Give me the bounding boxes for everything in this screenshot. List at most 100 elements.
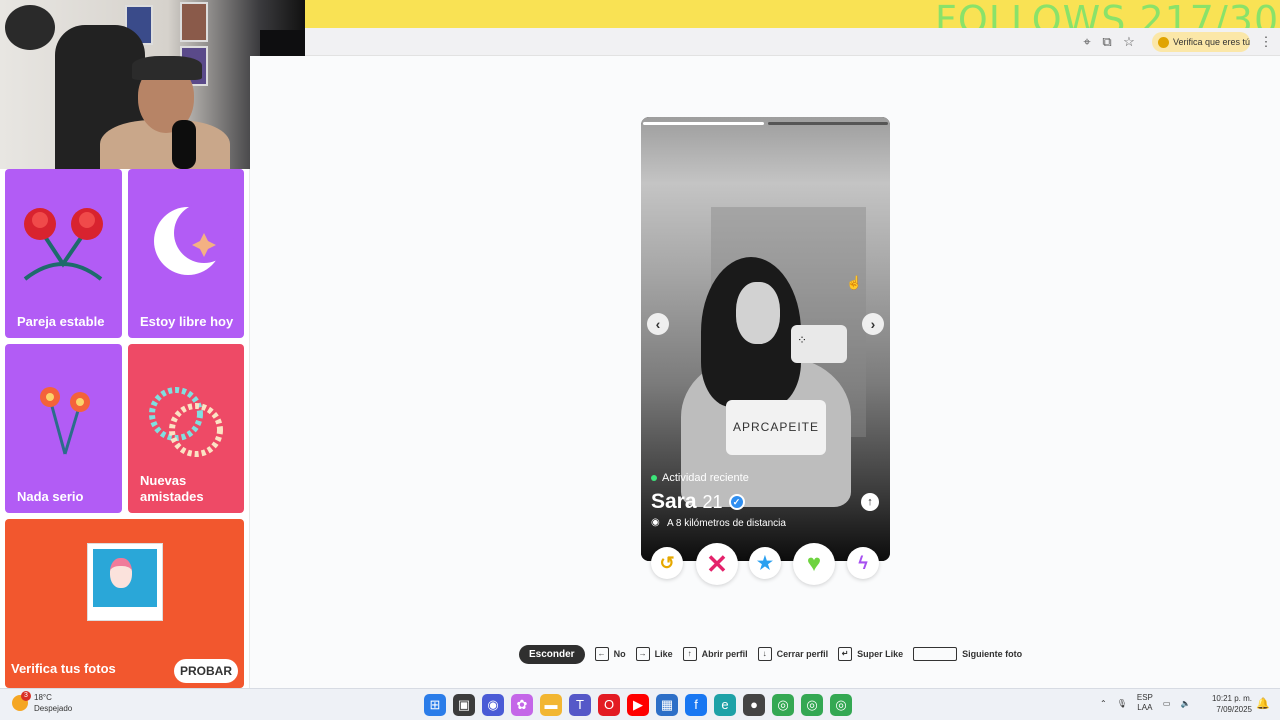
hide-hints-button[interactable]: Esconder bbox=[519, 644, 585, 664]
screen: FOLLOWS 217/300 ⌖ ⧉ ☆ Verifica que eres … bbox=[0, 0, 1280, 720]
taskbar-apps: ⊞ ▣ ◉ ✿ ▬ T O ▶ ▦ f e ● ◎ ◎ ◎ bbox=[424, 694, 852, 716]
location-icon[interactable]: ⌖ bbox=[1079, 34, 1095, 50]
file-explorer-icon[interactable]: ▬ bbox=[540, 694, 562, 716]
hint-label: Siguiente foto bbox=[962, 649, 1023, 659]
category-label: Pareja estable bbox=[17, 314, 105, 329]
system-tray: ⌃ 🎙 ESP LAA ▭ 🔈 bbox=[1100, 693, 1190, 713]
hint-next-photo: Siguiente foto bbox=[913, 647, 1022, 661]
photo-person-face bbox=[736, 282, 780, 344]
rewind-icon: ↺ bbox=[659, 553, 675, 573]
microphone-icon[interactable]: 🎙 bbox=[1117, 699, 1127, 708]
category-tile-pareja-estable[interactable]: Pareja estable bbox=[5, 169, 122, 338]
probar-button[interactable]: PROBAR bbox=[174, 659, 238, 683]
webcam-microphone bbox=[172, 120, 196, 169]
language-indicator[interactable]: ESP LAA bbox=[1137, 693, 1153, 713]
like-button[interactable]: ♥ bbox=[793, 543, 835, 585]
online-dot-icon bbox=[651, 475, 657, 481]
explore-panel: Pareja estable Estoy libre hoy Nada seri… bbox=[0, 169, 250, 688]
verify-identity-pill[interactable]: Verifica que eres tú bbox=[1152, 32, 1250, 52]
weather-sun-icon: 3 bbox=[12, 691, 31, 711]
category-tile-estoy-libre-hoy[interactable]: Estoy libre hoy bbox=[128, 169, 244, 338]
keyboard-hints: Esconder ← No → Like ↑ Abrir perfil ↓ Ce… bbox=[519, 644, 1022, 664]
category-label: Estoy libre hoy bbox=[140, 314, 234, 329]
copilot-icon[interactable]: ✿ bbox=[511, 694, 533, 716]
menu-icon[interactable]: ⋮ bbox=[1258, 34, 1274, 50]
edge-icon[interactable]: e bbox=[714, 694, 736, 716]
hint-label: Abrir perfil bbox=[701, 649, 748, 659]
previous-photo-button[interactable]: ‹ bbox=[647, 313, 669, 335]
verified-badge-icon: ✓ bbox=[728, 494, 745, 510]
right-arrow-key-icon: → bbox=[635, 647, 650, 661]
chrome-active-icon[interactable]: ◎ bbox=[830, 694, 852, 716]
language-bottom: LAA bbox=[1137, 703, 1153, 712]
webcam-person-cap bbox=[132, 56, 202, 80]
verify-badge-icon bbox=[1158, 36, 1169, 48]
down-arrow-key-icon: ↓ bbox=[757, 647, 772, 661]
selfie-polaroid-icon bbox=[87, 543, 163, 621]
chrome-profile-icon[interactable]: ◎ bbox=[801, 694, 823, 716]
nope-icon: ✕ bbox=[706, 549, 728, 579]
verify-photos-card[interactable]: Verifica tus fotos PROBAR bbox=[5, 519, 244, 688]
moon-icon bbox=[154, 203, 234, 275]
language-top: ESP bbox=[1136, 693, 1153, 702]
location-pin-icon: ◉ bbox=[651, 517, 660, 528]
sparklers-icon bbox=[40, 387, 90, 455]
weather-badge: 3 bbox=[21, 691, 31, 701]
weather-temperature: 18°C bbox=[34, 693, 52, 702]
bracelets-icon bbox=[149, 387, 223, 457]
windows-start-icon[interactable]: ⊞ bbox=[424, 694, 446, 716]
left-arrow-key-icon: ← bbox=[594, 647, 609, 661]
photo-progress-segment[interactable] bbox=[767, 122, 888, 125]
category-tile-nada-serio[interactable]: Nada serio bbox=[5, 344, 122, 513]
hint-label: Super Like bbox=[857, 649, 904, 659]
rewind-button[interactable]: ↺ bbox=[651, 547, 683, 579]
webcam-lamp bbox=[5, 5, 55, 50]
weather-condition: Despejado bbox=[34, 704, 73, 713]
hint-no: ← No bbox=[594, 647, 626, 661]
task-view-icon[interactable]: ▣ bbox=[453, 694, 475, 716]
profile-name-row: Sara 21 ✓ bbox=[651, 490, 745, 514]
facebook-icon[interactable]: f bbox=[685, 694, 707, 716]
app-icon[interactable]: ● bbox=[743, 694, 765, 716]
roses-icon bbox=[23, 208, 103, 281]
chat-icon[interactable]: ◉ bbox=[482, 694, 504, 716]
hint-open-profile: ↑ Abrir perfil bbox=[682, 647, 748, 661]
weather-widget[interactable]: 3 18°C Despejado bbox=[12, 691, 73, 714]
store-icon[interactable]: ▦ bbox=[656, 694, 678, 716]
clock-time: 10:21 p. m. bbox=[1211, 694, 1252, 703]
boost-button[interactable]: ϟ bbox=[847, 547, 879, 579]
clock-date: 7/09/2025 bbox=[1216, 705, 1252, 714]
taskbar: 3 18°C Despejado ⊞ ▣ ◉ ✿ ▬ T O ▶ ▦ f e ●… bbox=[0, 688, 1280, 720]
star-icon[interactable]: ☆ bbox=[1121, 34, 1137, 50]
teams-icon[interactable]: T bbox=[569, 694, 591, 716]
nope-button[interactable]: ✕ bbox=[696, 543, 738, 585]
phone-camera-icon: ⁘ bbox=[797, 333, 808, 347]
open-profile-button[interactable]: ↑ bbox=[861, 493, 879, 511]
super-like-button[interactable]: ★ bbox=[749, 547, 781, 579]
webcam-poster bbox=[180, 2, 208, 42]
up-arrow-key-icon: ↑ bbox=[682, 647, 697, 661]
profile-card[interactable]: APRCAPEITE ⁘ ‹ › Actividad reciente Sara… bbox=[641, 117, 890, 561]
network-icon[interactable]: ▭ bbox=[1163, 699, 1171, 708]
chrome-icon[interactable]: ◎ bbox=[772, 694, 794, 716]
super-like-icon: ★ bbox=[756, 553, 774, 573]
verify-pill-label: Verifica que eres tú bbox=[1173, 37, 1250, 47]
activity-label: Actividad reciente bbox=[662, 472, 749, 484]
clock[interactable]: 10:21 p. m. 7/09/2025 bbox=[1204, 693, 1252, 715]
boost-icon: ϟ bbox=[858, 553, 868, 573]
cast-icon[interactable]: ⧉ bbox=[1099, 34, 1115, 50]
photo-progress-segment[interactable] bbox=[643, 122, 764, 125]
notification-bell-icon[interactable]: 🔔 bbox=[1256, 698, 1270, 710]
hint-close-profile: ↓ Cerrar perfil bbox=[757, 647, 828, 661]
volume-icon[interactable]: 🔈 bbox=[1180, 699, 1190, 708]
hint-super-like: ↵ Super Like bbox=[838, 647, 903, 661]
photo-progress bbox=[643, 122, 888, 125]
polaroid-face bbox=[110, 558, 132, 588]
category-tile-nuevas-amistades[interactable]: Nuevas amistades bbox=[128, 344, 244, 513]
action-bar: ↺ ✕ ★ ♥ ϟ bbox=[641, 543, 890, 585]
chevron-up-icon[interactable]: ⌃ bbox=[1100, 699, 1107, 708]
photo-shirt-text: APRCAPEITE bbox=[726, 400, 826, 455]
next-photo-button[interactable]: › bbox=[862, 313, 884, 335]
youtube-icon[interactable]: ▶ bbox=[627, 694, 649, 716]
opera-icon[interactable]: O bbox=[598, 694, 620, 716]
